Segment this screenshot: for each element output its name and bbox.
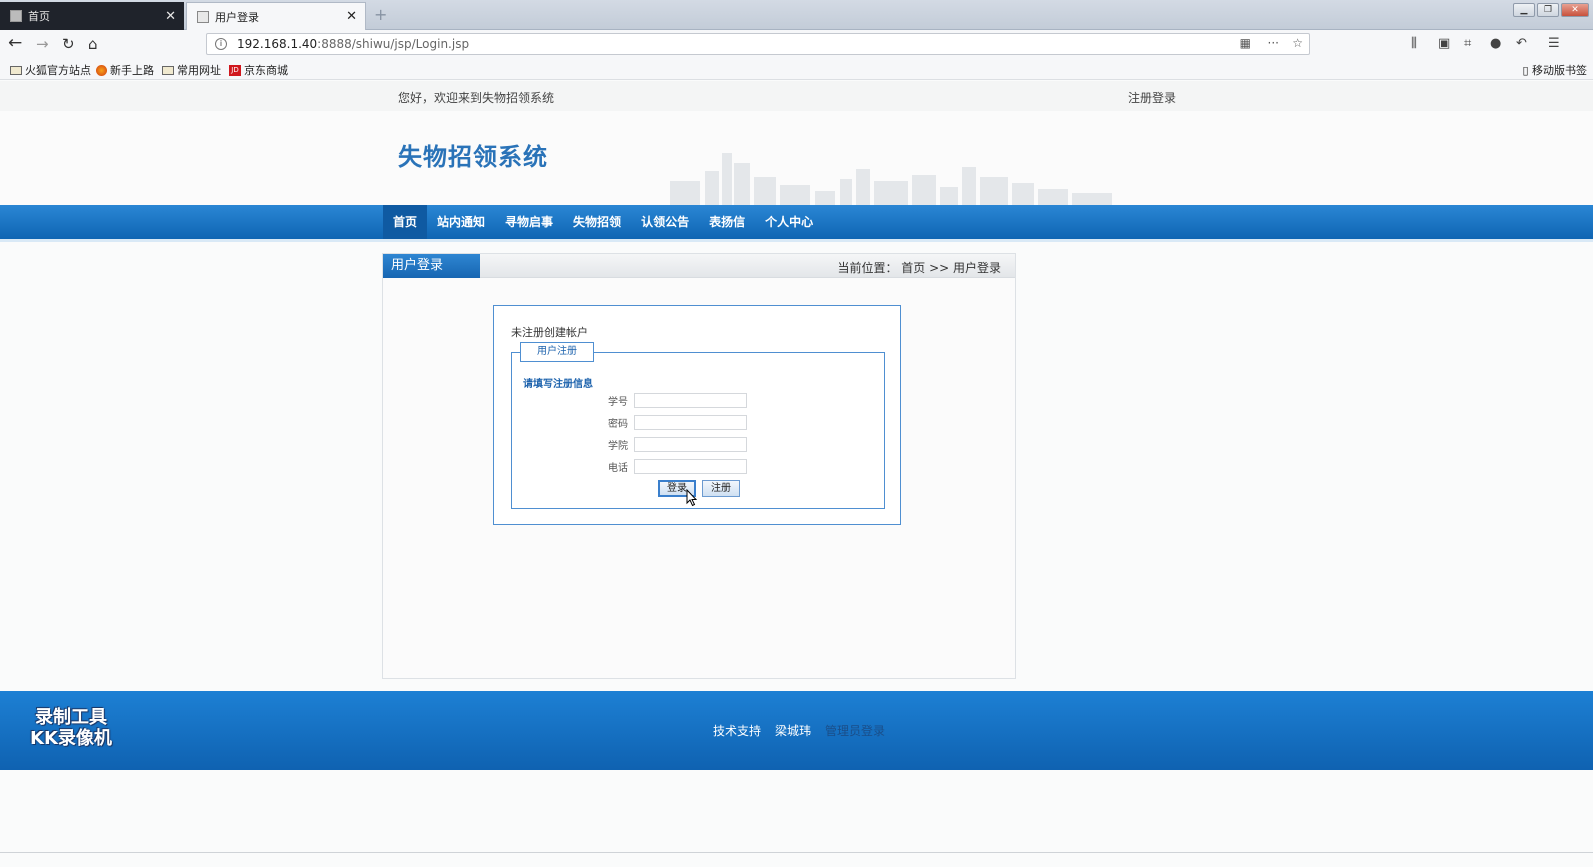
form-buttons: 登录 注册	[658, 480, 740, 497]
bookmark-item[interactable]: 火狐官方站点	[10, 62, 91, 78]
window-controls: ▁ ❐ ✕	[1513, 3, 1589, 17]
new-tab-button[interactable]: +	[374, 5, 387, 24]
bookmark-item[interactable]: JD 京东商城	[229, 62, 288, 78]
field-label: 密码	[608, 419, 628, 430]
nav-item-user-center[interactable]: 个人中心	[755, 205, 823, 239]
college-input[interactable]	[634, 437, 747, 452]
recorder-watermark: 录制工具 KK录像机	[30, 707, 112, 749]
form-title: 请填写注册信息	[523, 379, 593, 390]
footer-link-support[interactable]: 技术支持	[713, 722, 761, 739]
watermark-line: KK录像机	[30, 728, 112, 749]
site-title: 失物招领系统	[398, 143, 548, 171]
home-icon[interactable]: ⌂	[88, 35, 98, 53]
url-bar[interactable]: i 192.168.1.40:8888/shiwu/jsp/Login.jsp …	[206, 33, 1310, 55]
mobile-bookmarks-label: 移动版书签	[1532, 64, 1587, 77]
jd-icon: JD	[229, 64, 241, 76]
create-account-hint: 未注册创建帐户	[511, 326, 588, 339]
window-close-icon[interactable]: ✕	[1561, 3, 1589, 17]
footer-link-admin-login[interactable]: 管理员登录	[825, 722, 885, 739]
field-label: 学院	[608, 441, 628, 452]
folder-icon	[162, 65, 174, 75]
content-panel: 用户登录 当前位置： 首页 >> 用户登录 未注册创建帐户 用户注册 请填写注册…	[382, 253, 1016, 679]
page-favicon-icon	[197, 10, 209, 23]
register-login-link[interactable]: 注册登录	[1128, 89, 1176, 106]
top-info-bar: 您好，欢迎来到失物招领系统 注册登录	[0, 81, 1593, 111]
tab-user-login[interactable]: 用户登录 ✕	[186, 2, 366, 30]
mouse-cursor-icon	[686, 489, 698, 507]
city-skyline-image	[670, 153, 1112, 205]
bookmark-label: 京东商城	[244, 64, 288, 77]
watermark-line: 录制工具	[34, 707, 107, 728]
field-label: 学号	[608, 397, 628, 408]
reload-icon[interactable]: ↻	[62, 35, 75, 53]
phone-input[interactable]	[634, 459, 747, 474]
page-actions-icon[interactable]: ···	[1268, 36, 1279, 50]
nav-item-found-items[interactable]: 失物招领	[563, 205, 631, 239]
library-icon[interactable]: ⫼	[1411, 36, 1417, 51]
tab-title: 首页	[28, 10, 50, 23]
site-banner: 失物招领系统	[0, 111, 1593, 205]
folder-icon	[10, 65, 22, 75]
form-row-password: 密码	[604, 415, 747, 430]
restore-icon[interactable]: ❐	[1537, 3, 1559, 17]
bookmark-star-icon[interactable]: ☆	[1292, 36, 1303, 50]
tab-title: 用户登录	[215, 10, 259, 24]
page-bottom-divider	[0, 852, 1593, 853]
content-header: 用户登录 当前位置： 首页 >> 用户登录	[383, 254, 1015, 278]
nav-item-home[interactable]: 首页	[383, 205, 428, 239]
nav-item-notices[interactable]: 站内通知	[427, 205, 495, 239]
content-title: 用户登录	[383, 254, 480, 278]
screenshot-icon[interactable]: ⌗	[1464, 36, 1471, 51]
main-nav: 首页 站内通知 寻物启事 失物招领 认领公告 表扬信 个人中心	[0, 205, 1593, 242]
register-button[interactable]: 注册	[702, 480, 740, 497]
site-footer: 录制工具 KK录像机 技术支持 梁城玮 管理员登录	[0, 691, 1593, 770]
tab-home[interactable]: 首页 ✕	[0, 2, 184, 30]
welcome-text: 您好，欢迎来到失物招领系统	[398, 91, 555, 105]
bookmarks-bar: 火狐官方站点 新手上路 常用网址 JD 京东商城 ▯ 移动版书签	[0, 59, 1593, 80]
site-info-icon[interactable]: i	[215, 38, 227, 50]
url-host: 192.168.1.40	[237, 37, 318, 51]
footer-link-author[interactable]: 梁城玮	[775, 722, 811, 739]
undo-icon[interactable]: ↶	[1516, 36, 1527, 51]
student-id-input[interactable]	[634, 393, 747, 408]
bookmark-label: 火狐官方站点	[25, 64, 91, 77]
breadcrumb: 当前位置： 首页 >> 用户登录	[837, 261, 1001, 275]
bookmark-item[interactable]: 常用网址	[162, 62, 221, 78]
field-label: 电话	[608, 463, 628, 474]
form-row-college: 学院	[604, 437, 747, 452]
menu-icon[interactable]: ☰	[1548, 36, 1560, 51]
page-favicon-icon	[10, 10, 22, 22]
chat-icon[interactable]: ●	[1490, 36, 1501, 51]
forward-arrow-icon[interactable]: →	[36, 35, 49, 53]
tab-close-icon[interactable]: ✕	[165, 9, 176, 24]
bookmark-label: 新手上路	[110, 64, 154, 77]
fieldset-legend: 用户注册	[520, 342, 594, 362]
web-page: 您好，欢迎来到失物招领系统 注册登录 失物招领系统 首页 站内通知 寻物启事 失…	[0, 81, 1593, 867]
firefox-icon	[96, 64, 107, 76]
register-fieldset: 用户注册 请填写注册信息 学号 密码 学院 电话 登录 注册	[511, 342, 885, 509]
url-path: :8888/shiwu/jsp/Login.jsp	[317, 37, 470, 51]
bookmark-item[interactable]: 新手上路	[96, 62, 154, 78]
sidebar-icon[interactable]: ▣	[1438, 36, 1450, 51]
footer-links: 技术支持 梁城玮 管理员登录	[713, 722, 885, 739]
tab-close-icon[interactable]: ✕	[346, 9, 357, 24]
password-input[interactable]	[634, 415, 747, 430]
mobile-bookmarks[interactable]: ▯ 移动版书签	[1522, 62, 1587, 78]
browser-nav-bar: ← → ↻ ⌂ i 192.168.1.40:8888/shiwu/jsp/Lo…	[0, 30, 1593, 59]
bookmark-label: 常用网址	[177, 64, 221, 77]
qr-code-icon[interactable]: ▦	[1240, 36, 1251, 50]
back-arrow-icon[interactable]: ←	[8, 33, 22, 53]
browser-tab-bar: 首页 ✕ 用户登录 ✕ + ▁ ❐ ✕	[0, 0, 1593, 30]
form-row-student-id: 学号	[604, 393, 747, 408]
nav-item-lost-notice[interactable]: 寻物启事	[495, 205, 563, 239]
nav-item-claim-announcements[interactable]: 认领公告	[631, 205, 699, 239]
form-row-phone: 电话	[604, 459, 747, 474]
nav-item-praise-letters[interactable]: 表扬信	[699, 205, 755, 239]
minimize-icon[interactable]: ▁	[1513, 3, 1535, 17]
